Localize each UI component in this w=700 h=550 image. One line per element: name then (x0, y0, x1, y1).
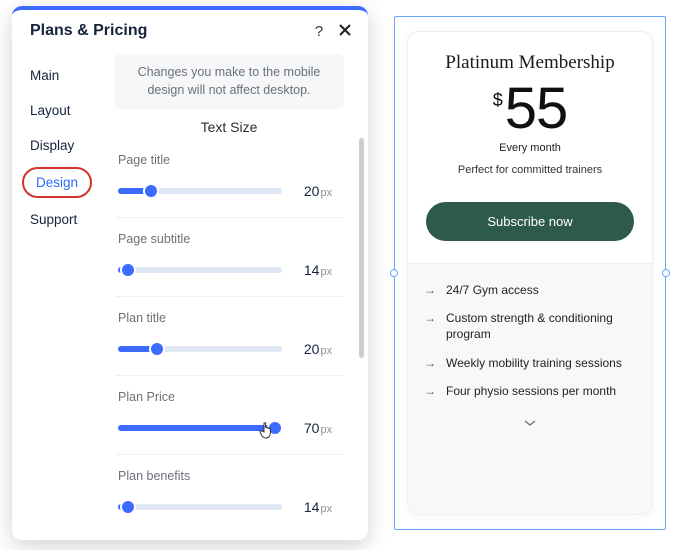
help-icon[interactable]: ? (310, 23, 328, 40)
benefits-list: → 24/7 Gym access → Custom strength & condi… (408, 263, 652, 514)
arrow-right-icon: → (424, 310, 436, 342)
pricing-card: Platinum Membership $ 55 Every month Per… (407, 31, 653, 515)
slider-label: Plan Price (118, 390, 342, 404)
plan-title: Platinum Membership (426, 52, 634, 74)
billing-period: Every month (426, 142, 634, 154)
slider-plan-price: Plan Price 70px (106, 382, 352, 448)
expand-toggle[interactable] (424, 411, 636, 433)
settings-nav: Main Layout Display Design Support (12, 52, 102, 540)
divider (116, 454, 342, 455)
slider-thumb[interactable] (151, 343, 163, 355)
subscribe-button[interactable]: Subscribe now (426, 202, 634, 241)
divider (116, 217, 342, 218)
slider-thumb[interactable] (122, 264, 134, 276)
content-scrollbar[interactable] (359, 112, 364, 412)
arrow-right-icon: → (424, 282, 436, 298)
currency-symbol: $ (493, 90, 503, 111)
nav-item-display[interactable]: Display (12, 128, 102, 163)
panel-header: Plans & Pricing ? (12, 10, 368, 52)
slider-fill (118, 425, 275, 431)
resize-handle-left[interactable] (390, 269, 398, 277)
slider-label: Page subtitle (118, 232, 342, 246)
arrow-right-icon: → (424, 355, 436, 371)
resize-handle-right[interactable] (662, 269, 670, 277)
mobile-preview-frame[interactable]: Platinum Membership $ 55 Every month Per… (394, 16, 666, 530)
benefit-text: Four physio sessions per month (446, 383, 616, 399)
panel-title: Plans & Pricing (30, 22, 302, 40)
chevron-down-icon (523, 418, 537, 428)
arrow-right-icon: → (424, 383, 436, 399)
slider-page-title: Page title 20px (106, 145, 352, 211)
slider-track[interactable] (118, 267, 282, 273)
nav-item-support[interactable]: Support (12, 202, 102, 237)
nav-item-main[interactable]: Main (12, 58, 102, 93)
plan-tagline: Perfect for committed trainers (426, 164, 634, 176)
plan-price: $ 55 (426, 80, 634, 138)
close-icon[interactable] (336, 23, 354, 40)
pricing-settings-panel: Plans & Pricing ? Main Layout Display De… (12, 6, 368, 540)
scrollbar-thumb[interactable] (359, 138, 364, 358)
slider-value[interactable]: 14px (294, 493, 342, 521)
divider (116, 296, 342, 297)
slider-value[interactable]: 20px (294, 177, 342, 205)
slider-thumb[interactable] (145, 185, 157, 197)
nav-item-layout[interactable]: Layout (12, 93, 102, 128)
slider-track[interactable] (118, 346, 282, 352)
slider-track[interactable] (118, 504, 282, 510)
mobile-notice: Changes you make to the mobile design wi… (114, 54, 344, 109)
benefit-text: Custom strength & conditioning program (446, 310, 636, 342)
settings-content: Changes you make to the mobile design wi… (102, 52, 368, 540)
benefit-text: Weekly mobility training sessions (446, 355, 622, 371)
slider-track[interactable] (118, 425, 282, 431)
divider (116, 375, 342, 376)
slider-thumb[interactable] (269, 422, 281, 434)
benefit-item: → Four physio sessions per month (424, 383, 636, 399)
price-value: 55 (505, 80, 568, 138)
slider-value[interactable]: 70px (294, 414, 342, 442)
slider-label: Plan title (118, 311, 342, 325)
slider-track[interactable] (118, 188, 282, 194)
slider-label: Page title (118, 153, 342, 167)
slider-value[interactable]: 14px (294, 256, 342, 284)
slider-plan-benefits: Plan benefits 14px (106, 461, 352, 527)
slider-value[interactable]: 20px (294, 335, 342, 363)
section-title: Text Size (106, 119, 352, 135)
slider-plan-title: Plan title 20px (106, 303, 352, 369)
nav-item-design[interactable]: Design (22, 167, 92, 198)
benefit-item: → Custom strength & conditioning program (424, 310, 636, 342)
benefit-text: 24/7 Gym access (446, 282, 539, 298)
slider-page-subtitle: Page subtitle 14px (106, 224, 352, 290)
benefit-item: → Weekly mobility training sessions (424, 355, 636, 371)
benefit-item: → 24/7 Gym access (424, 282, 636, 298)
slider-label: Plan benefits (118, 469, 342, 483)
slider-thumb[interactable] (122, 501, 134, 513)
